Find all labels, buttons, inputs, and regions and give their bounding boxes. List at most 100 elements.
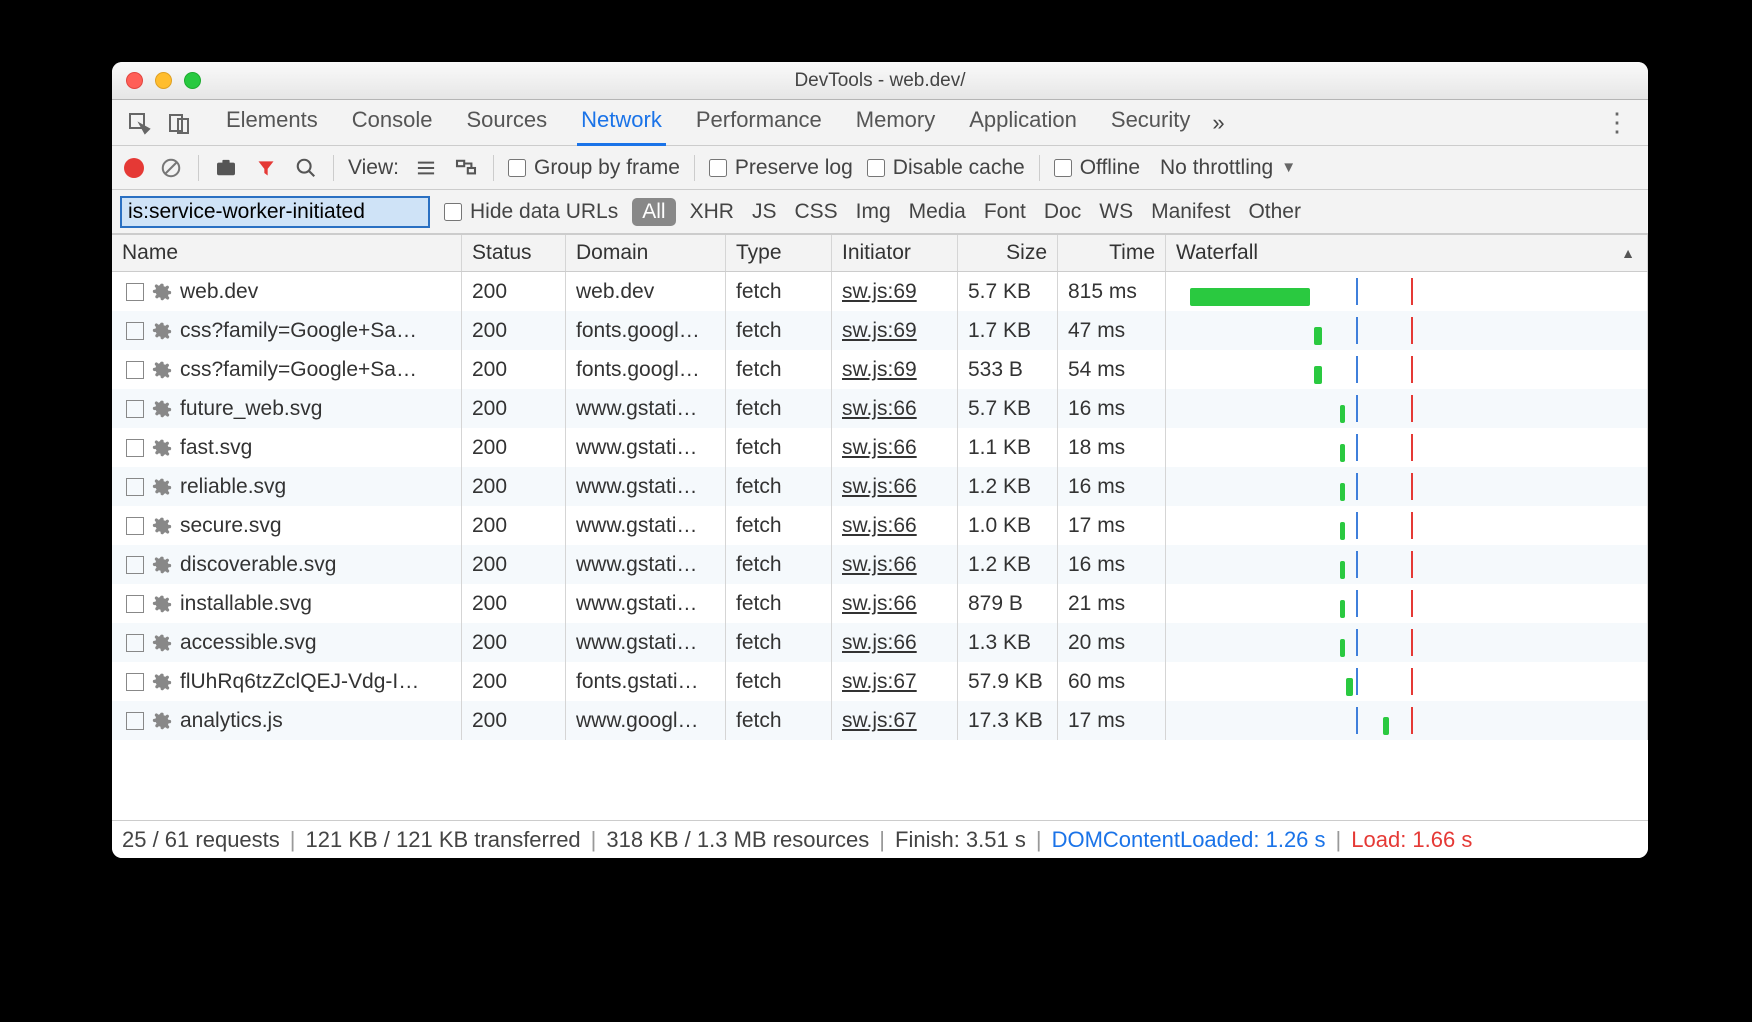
row-initiator-link[interactable]: sw.js:66: [842, 553, 917, 577]
row-checkbox[interactable]: [126, 400, 144, 418]
filter-type-xhr[interactable]: XHR: [690, 200, 734, 224]
tab-performance[interactable]: Performance: [692, 99, 826, 146]
col-domain[interactable]: Domain: [566, 235, 726, 271]
row-waterfall: [1176, 356, 1637, 383]
tab-application[interactable]: Application: [965, 99, 1081, 146]
filter-input[interactable]: [120, 196, 430, 228]
gear-icon: [152, 633, 172, 653]
row-type: fetch: [726, 272, 832, 311]
table-row[interactable]: flUhRq6tzZclQEJ-Vdg-I…200fonts.gstati…fe…: [112, 662, 1648, 701]
row-time: 16 ms: [1058, 545, 1166, 584]
filter-icon[interactable]: [253, 155, 279, 181]
table-row[interactable]: secure.svg200www.gstati…fetchsw.js:661.0…: [112, 506, 1648, 545]
col-status[interactable]: Status: [462, 235, 566, 271]
tab-console[interactable]: Console: [348, 99, 437, 146]
tab-memory[interactable]: Memory: [852, 99, 939, 146]
col-type[interactable]: Type: [726, 235, 832, 271]
table-row[interactable]: css?family=Google+Sa…200fonts.googl…fetc…: [112, 311, 1648, 350]
filter-type-js[interactable]: JS: [752, 200, 777, 224]
row-time: 47 ms: [1058, 311, 1166, 350]
row-checkbox[interactable]: [126, 517, 144, 535]
row-name: reliable.svg: [180, 475, 286, 499]
row-status: 200: [462, 350, 566, 389]
col-name[interactable]: Name: [112, 235, 462, 271]
disable-cache-checkbox[interactable]: Disable cache: [867, 156, 1025, 180]
row-initiator-link[interactable]: sw.js:66: [842, 475, 917, 499]
row-size: 1.7 KB: [958, 311, 1058, 350]
col-size[interactable]: Size: [958, 235, 1058, 271]
overview-icon[interactable]: [453, 155, 479, 181]
row-checkbox[interactable]: [126, 361, 144, 379]
row-time: 60 ms: [1058, 662, 1166, 701]
table-row[interactable]: reliable.svg200www.gstati…fetchsw.js:661…: [112, 467, 1648, 506]
table-row[interactable]: css?family=Google+Sa…200fonts.googl…fetc…: [112, 350, 1648, 389]
row-time: 17 ms: [1058, 701, 1166, 740]
row-domain: www.gstati…: [566, 545, 726, 584]
tab-elements[interactable]: Elements: [222, 99, 322, 146]
clear-button[interactable]: [158, 155, 184, 181]
row-checkbox[interactable]: [126, 283, 144, 301]
row-checkbox[interactable]: [126, 712, 144, 730]
filter-type-other[interactable]: Other: [1248, 200, 1301, 224]
row-initiator-link[interactable]: sw.js:66: [842, 514, 917, 538]
filter-type-font[interactable]: Font: [984, 200, 1026, 224]
row-initiator-link[interactable]: sw.js:69: [842, 358, 917, 382]
row-status: 200: [462, 662, 566, 701]
row-initiator-link[interactable]: sw.js:69: [842, 280, 917, 304]
record-button[interactable]: [124, 158, 144, 178]
offline-checkbox[interactable]: Offline: [1054, 156, 1140, 180]
table-row[interactable]: web.dev200web.devfetchsw.js:695.7 KB815 …: [112, 272, 1648, 311]
row-initiator-link[interactable]: sw.js:66: [842, 436, 917, 460]
filter-type-css[interactable]: CSS: [794, 200, 837, 224]
throttling-select[interactable]: No throttling ▼: [1160, 156, 1296, 180]
row-name: web.dev: [180, 280, 258, 304]
network-table-body[interactable]: web.dev200web.devfetchsw.js:695.7 KB815 …: [112, 272, 1648, 820]
settings-menu-icon[interactable]: ⋮: [1604, 107, 1630, 138]
table-row[interactable]: discoverable.svg200www.gstati…fetchsw.js…: [112, 545, 1648, 584]
filter-all[interactable]: All: [632, 198, 675, 226]
row-checkbox[interactable]: [126, 478, 144, 496]
table-row[interactable]: fast.svg200www.gstati…fetchsw.js:661.1 K…: [112, 428, 1648, 467]
col-waterfall[interactable]: Waterfall ▲: [1166, 235, 1648, 271]
col-time[interactable]: Time: [1058, 235, 1166, 271]
table-row[interactable]: analytics.js200www.googl…fetchsw.js:6717…: [112, 701, 1648, 740]
row-initiator-link[interactable]: sw.js:66: [842, 592, 917, 616]
row-checkbox[interactable]: [126, 439, 144, 457]
search-icon[interactable]: [293, 155, 319, 181]
table-row[interactable]: future_web.svg200www.gstati…fetchsw.js:6…: [112, 389, 1648, 428]
filter-type-doc[interactable]: Doc: [1044, 200, 1081, 224]
inspect-element-icon[interactable]: [122, 106, 156, 140]
row-initiator-link[interactable]: sw.js:67: [842, 670, 917, 694]
tab-security[interactable]: Security: [1107, 99, 1194, 146]
row-checkbox[interactable]: [126, 673, 144, 691]
large-rows-icon[interactable]: [413, 155, 439, 181]
row-checkbox[interactable]: [126, 634, 144, 652]
row-checkbox[interactable]: [126, 556, 144, 574]
filter-type-ws[interactable]: WS: [1099, 200, 1133, 224]
row-domain: fonts.gstati…: [566, 662, 726, 701]
hide-data-urls-checkbox[interactable]: Hide data URLs: [444, 200, 618, 224]
filter-type-manifest[interactable]: Manifest: [1151, 200, 1230, 224]
row-initiator-link[interactable]: sw.js:67: [842, 709, 917, 733]
row-initiator-link[interactable]: sw.js:66: [842, 631, 917, 655]
more-tabs-icon[interactable]: »: [1212, 110, 1224, 136]
table-row[interactable]: installable.svg200www.gstati…fetchsw.js:…: [112, 584, 1648, 623]
filter-type-img[interactable]: Img: [856, 200, 891, 224]
row-initiator-link[interactable]: sw.js:69: [842, 319, 917, 343]
table-row[interactable]: accessible.svg200www.gstati…fetchsw.js:6…: [112, 623, 1648, 662]
col-initiator[interactable]: Initiator: [832, 235, 958, 271]
filter-type-media[interactable]: Media: [909, 200, 966, 224]
tab-network[interactable]: Network: [577, 99, 666, 146]
capture-screenshots-icon[interactable]: [213, 155, 239, 181]
tab-sources[interactable]: Sources: [462, 99, 551, 146]
row-initiator-link[interactable]: sw.js:66: [842, 397, 917, 421]
group-by-frame-checkbox[interactable]: Group by frame: [508, 156, 680, 180]
gear-icon: [152, 711, 172, 731]
preserve-log-checkbox[interactable]: Preserve log: [709, 156, 853, 180]
device-mode-icon[interactable]: [162, 106, 196, 140]
row-checkbox[interactable]: [126, 595, 144, 613]
gear-icon: [152, 360, 172, 380]
window-title: DevTools - web.dev/: [112, 70, 1648, 92]
row-checkbox[interactable]: [126, 322, 144, 340]
row-waterfall: [1176, 512, 1637, 539]
